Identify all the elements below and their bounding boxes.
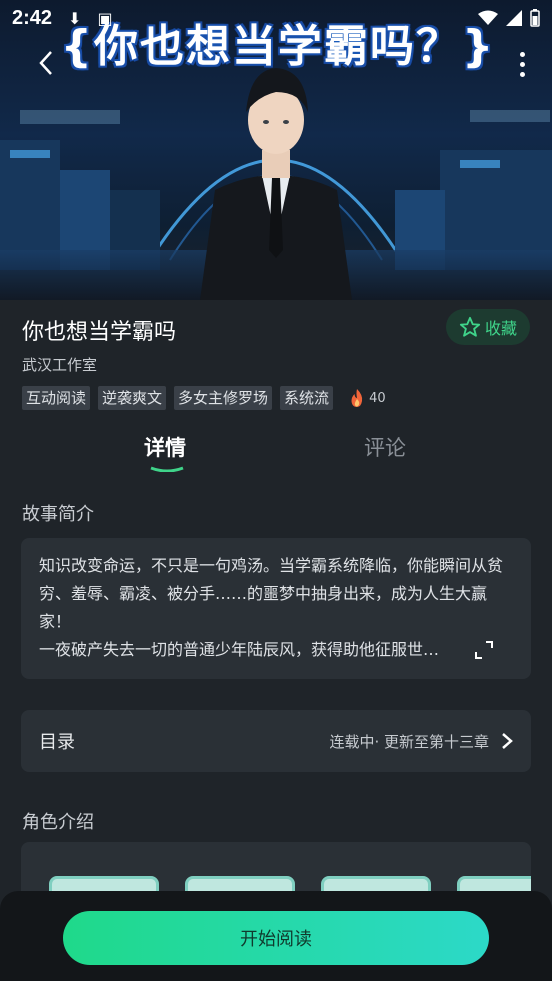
heat-count: 40	[369, 390, 386, 406]
dot-icon	[520, 62, 525, 67]
chevron-left-icon	[39, 51, 52, 75]
star-icon	[459, 316, 481, 337]
status-time: 2:42	[12, 6, 53, 29]
flame-icon	[351, 389, 363, 407]
tab-active-indicator	[150, 466, 184, 472]
bottom-action-bar: 开始阅读	[0, 891, 552, 981]
chevron-right-icon	[502, 733, 513, 749]
table-of-contents-row[interactable]: 目录 连载中· 更新至第十三章	[21, 710, 531, 772]
notification-icon: ▣	[97, 8, 113, 28]
toc-label: 目录	[39, 732, 75, 753]
book-title: 你也想当学霸吗	[22, 320, 177, 345]
signal-icon	[506, 10, 522, 26]
battery-icon	[530, 9, 540, 27]
tab-details[interactable]: 详情	[144, 432, 186, 462]
heat-indicator: 40	[349, 388, 386, 408]
favorite-button[interactable]: 收藏	[446, 309, 530, 345]
cover-banner: {你也想当学霸吗？}	[0, 0, 552, 300]
favorite-label: 收藏	[484, 319, 517, 338]
start-reading-button[interactable]: 开始阅读	[63, 911, 489, 965]
status-bar: 2:42 ⬇ ▣	[0, 0, 552, 36]
tag[interactable]: 互动阅读	[22, 386, 91, 410]
back-button[interactable]	[38, 50, 54, 82]
synopsis-heading: 故事简介	[22, 504, 94, 525]
dot-icon	[520, 52, 525, 57]
tag-list: 互动阅读 逆袭爽文 多女主修罗场 系统流 40	[22, 386, 386, 410]
tab-bar: 详情 评论	[0, 432, 552, 472]
tab-comments[interactable]: 评论	[364, 432, 406, 462]
tag[interactable]: 系统流	[280, 386, 334, 410]
expand-icon[interactable]	[475, 641, 493, 659]
synopsis-text: 知识改变命运，不只是一句鸡汤。当学霸系统降临，你能瞬间从贫穷、羞辱、霸凌、被分手…	[39, 556, 504, 659]
download-icon: ⬇	[68, 8, 82, 28]
roles-heading: 角色介绍	[22, 812, 94, 833]
tag[interactable]: 多女主修罗场	[174, 386, 273, 410]
book-author: 武汉工作室	[22, 356, 98, 374]
more-options-button[interactable]	[520, 52, 526, 77]
serial-status: 连载中· 更新至第十三章	[329, 732, 489, 751]
wifi-icon	[478, 10, 498, 25]
synopsis-box: 知识改变命运，不只是一句鸡汤。当学霸系统降临，你能瞬间从贫穷、羞辱、霸凌、被分手…	[21, 538, 531, 679]
dot-icon	[520, 72, 525, 77]
character-figure	[200, 68, 352, 300]
tag[interactable]: 逆袭爽文	[98, 386, 167, 410]
